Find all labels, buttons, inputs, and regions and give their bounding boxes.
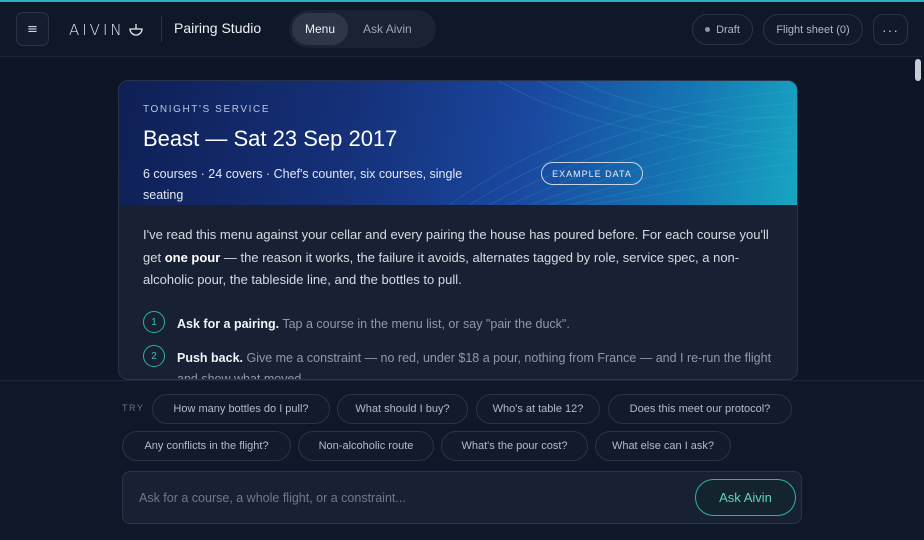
draft-status-label: Draft <box>716 23 740 36</box>
flight-sheet-button[interactable]: Flight sheet (0) <box>763 14 863 45</box>
app-title: Pairing Studio <box>174 20 262 36</box>
header-divider <box>161 16 162 42</box>
service-subtitle: 6 courses · 24 covers · Chef's counter, … <box>143 167 463 202</box>
ask-input[interactable] <box>139 486 679 510</box>
brand-name: AIVIN <box>69 21 125 39</box>
hamburger-icon: ≡ <box>27 21 38 37</box>
service-eyebrow: TONIGHT'S SERVICE <box>143 104 271 115</box>
step-item: 2 Push back. Give me a constraint — no r… <box>143 345 773 379</box>
tab-ask-aivin[interactable]: Ask Aivin <box>350 13 425 45</box>
view-tabs: Menu Ask Aivin <box>289 10 436 48</box>
service-card: TONIGHT'S SERVICE Beast — Sat 23 Sep 201… <box>118 80 798 380</box>
suggestion-chip[interactable]: How many bottles do I pull? <box>152 394 330 424</box>
intro-emphasis: one pour <box>164 249 221 265</box>
tab-menu[interactable]: Menu <box>292 13 349 45</box>
step-number: 2 <box>143 345 165 367</box>
suggestion-chip[interactable]: What should I buy? <box>337 394 468 424</box>
composer-panel: TRY How many bottles do I pull? What sho… <box>0 380 924 540</box>
step-title: Push back. <box>177 351 243 365</box>
intro-text-end: — the reason it works, the failure it av… <box>143 249 740 288</box>
app-header: ≡ AIVIN Pairing Studio Menu Ask Aivin Dr… <box>0 2 924 57</box>
more-icon: ··· <box>882 21 899 38</box>
suggestion-chip[interactable]: What's the pour cost? <box>441 431 588 461</box>
step-description: Tap a course in the menu list, or say "p… <box>279 317 570 331</box>
scrollbar[interactable] <box>912 58 924 380</box>
step-description: Give me a constraint — no red, under $18… <box>177 351 772 380</box>
scrollbar-thumb[interactable] <box>915 59 921 81</box>
step-list: 1 Ask for a pairing. Tap a course in the… <box>143 311 773 379</box>
example-data-badge: EXAMPLE DATA <box>541 162 643 185</box>
step-item: 1 Ask for a pairing. Tap a course in the… <box>143 311 773 345</box>
wine-bowl-icon <box>128 24 143 36</box>
brand-logo[interactable]: AIVIN <box>69 20 143 40</box>
ask-aivin-button[interactable]: Ask Aivin <box>695 479 796 516</box>
service-title: Beast — Sat 23 Sep 2017 <box>143 126 398 151</box>
suggestion-chip[interactable]: Who's at table 12? <box>476 394 600 424</box>
suggestion-chip[interactable]: Any conflicts in the flight? <box>122 431 291 461</box>
draft-status-button[interactable]: Draft <box>692 14 753 45</box>
status-dot-icon <box>705 27 711 32</box>
ask-input-box: Ask Aivin <box>122 471 802 524</box>
step-number: 1 <box>143 311 165 333</box>
suggestion-chip[interactable]: Non-alcoholic route <box>298 431 434 461</box>
menu-button[interactable]: ≡ <box>16 12 49 46</box>
suggestion-chip[interactable]: Does this meet our protocol? <box>608 394 792 424</box>
step-text: Ask for a pairing. Tap a course in the m… <box>177 314 772 335</box>
service-card-body: I've read this menu against your cellar … <box>143 224 773 379</box>
suggestion-chip[interactable]: What else can I ask? <box>595 431 731 461</box>
service-card-header: TONIGHT'S SERVICE Beast — Sat 23 Sep 201… <box>119 81 797 205</box>
step-text: Push back. Give me a constraint — no red… <box>177 348 772 380</box>
step-title: Ask for a pairing. <box>177 317 280 331</box>
try-label: TRY <box>122 403 145 413</box>
more-options-button[interactable]: ··· <box>873 14 908 45</box>
intro-text: I've read this menu against your cellar … <box>143 224 773 292</box>
